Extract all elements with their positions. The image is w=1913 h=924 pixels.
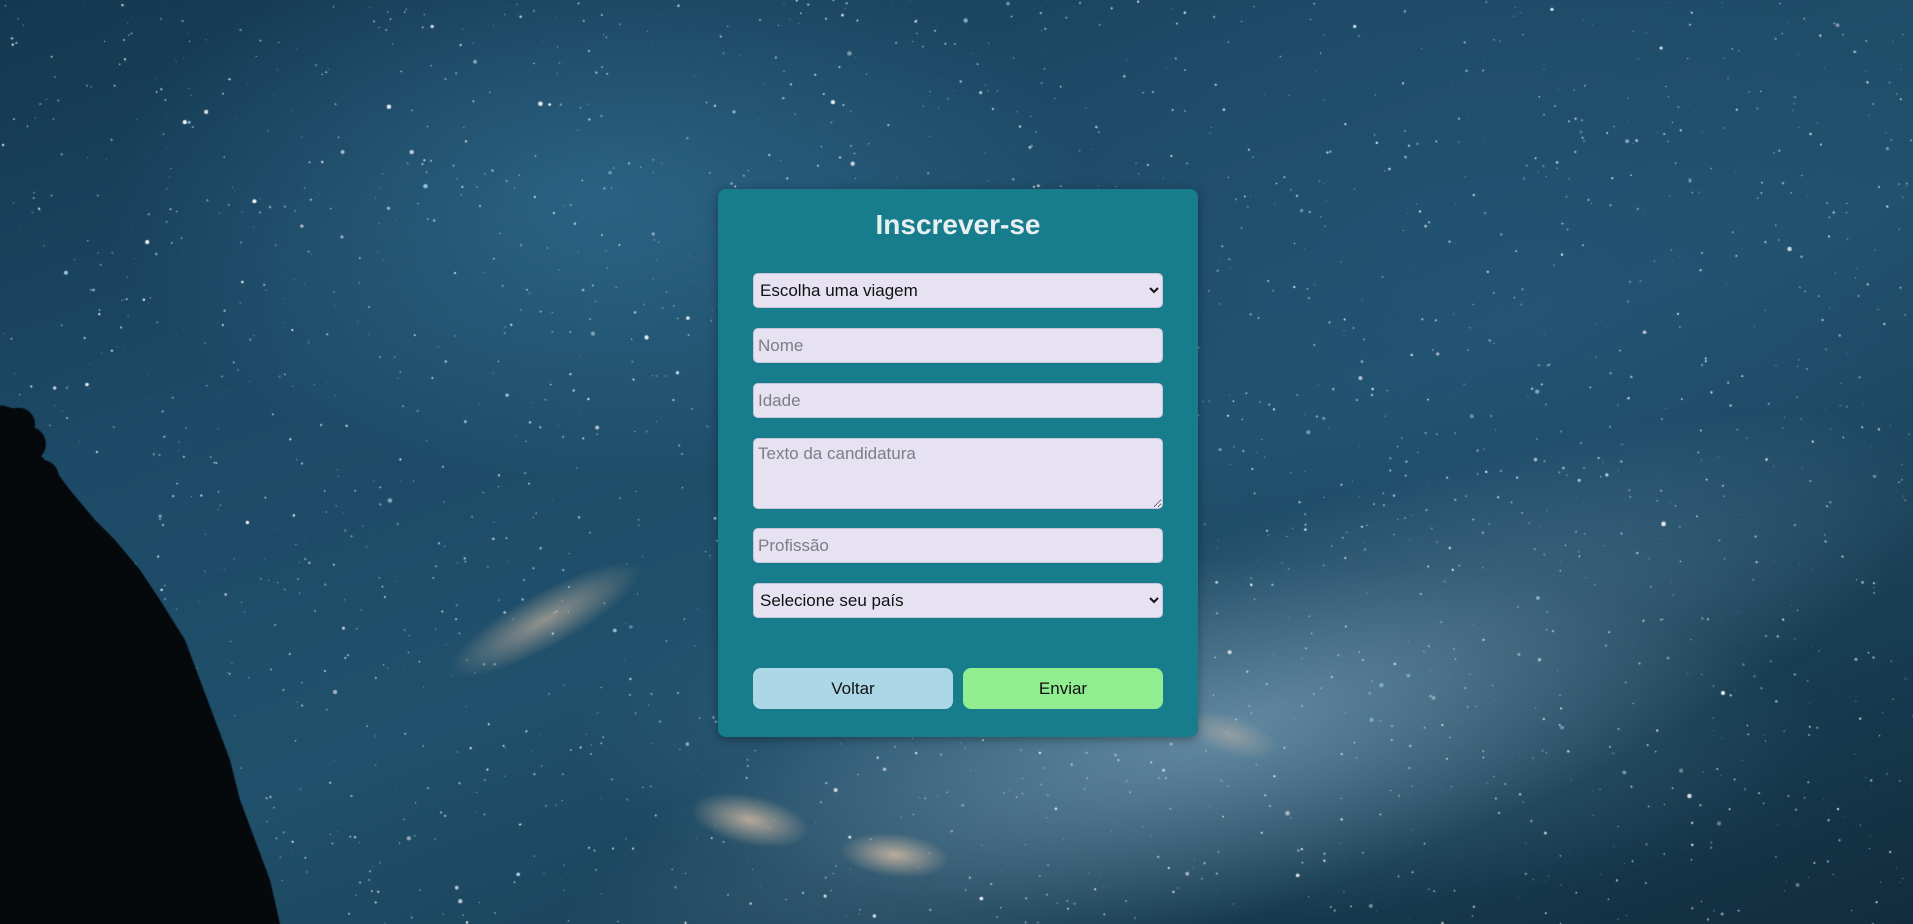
send-button[interactable]: Enviar	[963, 668, 1163, 709]
form-title: Inscrever-se	[875, 209, 1041, 240]
back-button[interactable]: Voltar	[753, 668, 953, 709]
trip-select[interactable]: Escolha uma viagem	[753, 273, 1163, 308]
signup-form-card: Inscrever-se Escolha uma viagem Selecion…	[718, 189, 1198, 737]
country-select[interactable]: Selecione seu país	[753, 583, 1163, 618]
name-input[interactable]	[753, 328, 1163, 363]
profession-input[interactable]	[753, 528, 1163, 563]
age-input[interactable]	[753, 383, 1163, 418]
application-text-textarea[interactable]	[753, 438, 1163, 509]
